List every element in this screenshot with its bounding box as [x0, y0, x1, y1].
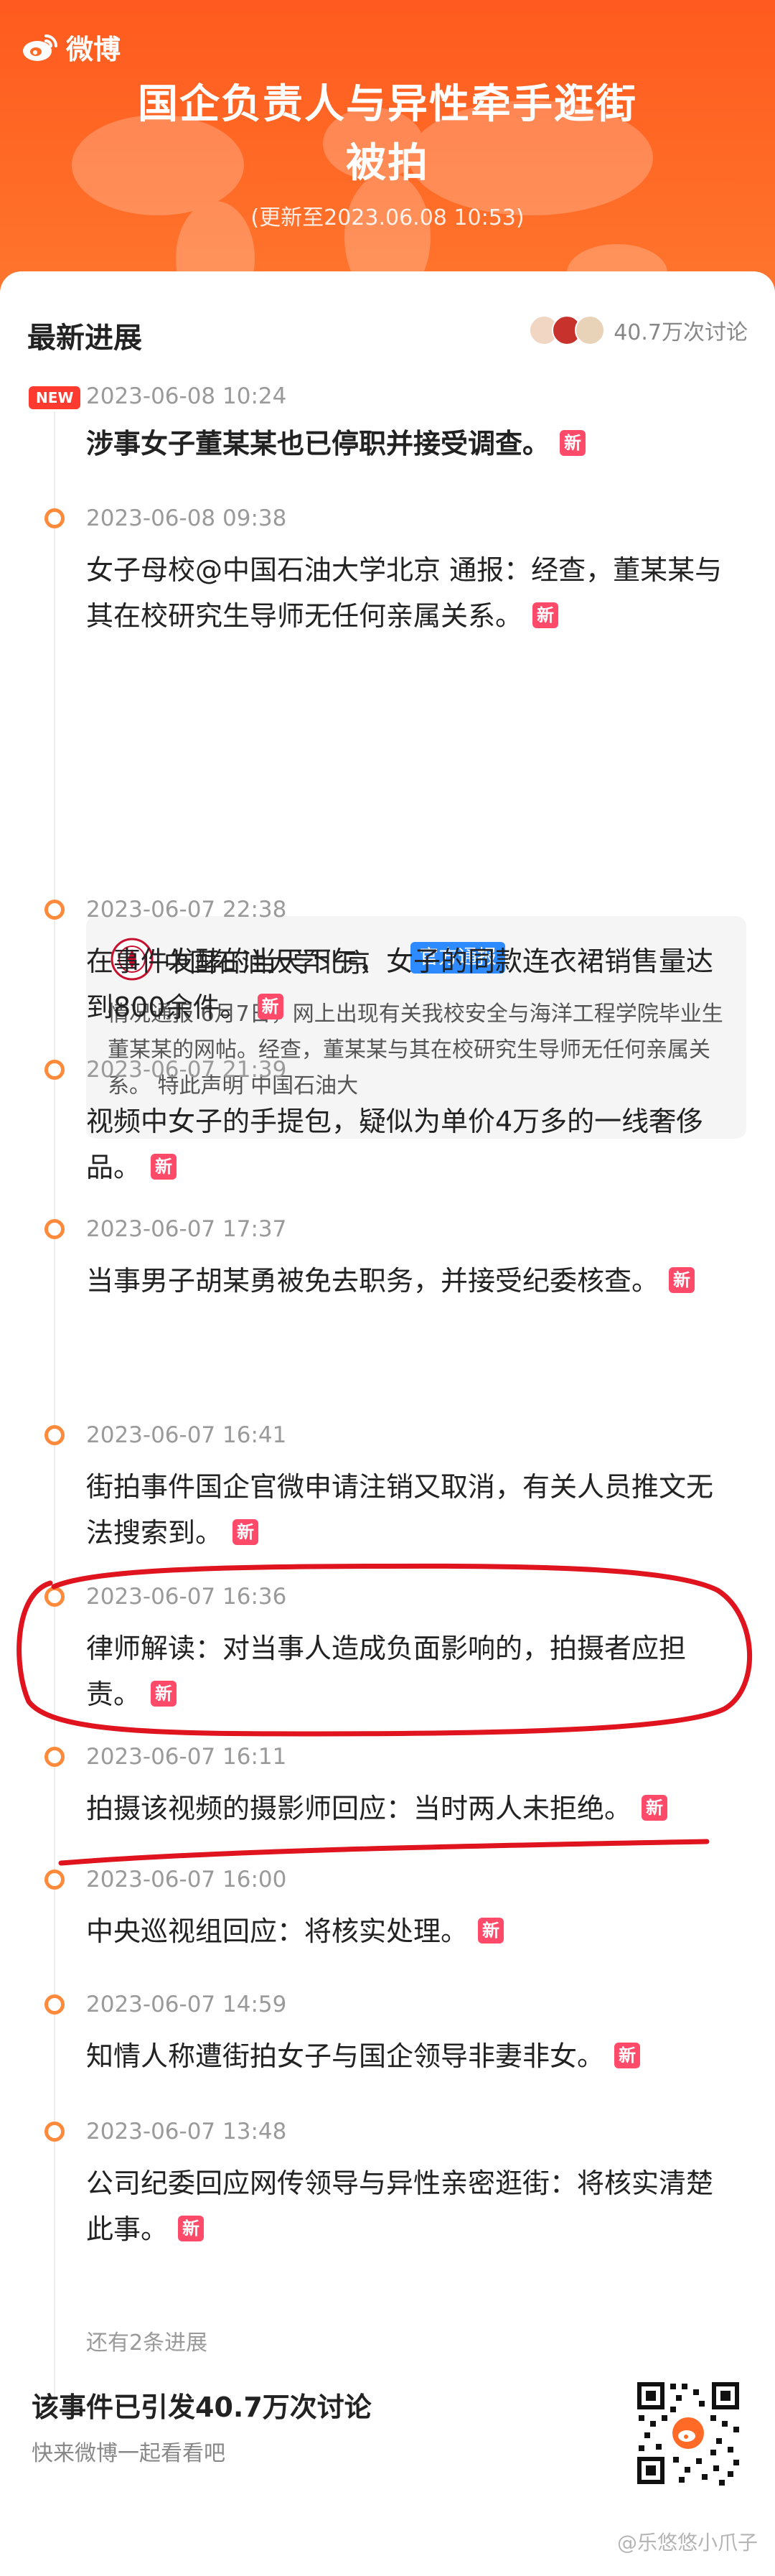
- new-tag-icon: 新: [532, 602, 559, 628]
- timeline-time: 2023-06-08 10:24: [86, 383, 287, 409]
- timeline-text: 涉事女子董某某也已停职并接受调查。新: [86, 421, 732, 467]
- timeline-time: 2023-06-07 16:11: [86, 1744, 287, 1770]
- footer-title: 该事件已引发40.7万次讨论: [32, 2391, 372, 2423]
- timeline-text: 视频中女子的手提包，疑似为单价4万多的一线奢侈品。新: [86, 1106, 704, 1183]
- timeline-dot-icon: [44, 900, 65, 920]
- timeline-text: 公司纪委回应网传领导与异性亲密逛街：将核实清楚此事。新: [86, 2167, 714, 2245]
- timeline-text: 街拍事件国企官微申请注销又取消，有关人员推文无法搜索到。新: [86, 1471, 714, 1549]
- timeline-text: 知情人称遭街拍女子与国企领导非妻非女。新: [86, 2033, 732, 2079]
- more-progress-link[interactable]: 还有2条进展: [86, 2325, 207, 2356]
- event-title-line-1: 国企负责人与异性牵手逛街: [138, 81, 637, 128]
- timeline-time: 2023-06-07 22:38: [86, 897, 287, 923]
- avatar: [575, 315, 606, 345]
- watermark: @乐悠悠小爪子: [616, 2531, 758, 2554]
- timeline-dot-icon: [44, 1060, 65, 1080]
- avatar-stack: [529, 315, 606, 345]
- new-tag-icon: 新: [232, 1518, 259, 1545]
- discussion-count: 40.7万次讨论: [614, 320, 748, 345]
- brand-name: 微博: [66, 34, 121, 65]
- footer-subtitle: 快来微博一起看看吧: [32, 2441, 225, 2466]
- weibo-logo: 微博: [22, 27, 121, 67]
- timeline-time: 2023-06-07 16:00: [86, 1867, 287, 1893]
- new-tag-icon: 新: [614, 2042, 641, 2068]
- timeline-dot-icon: [44, 508, 65, 528]
- timeline-dot-icon: [44, 1425, 65, 1445]
- weibo-eye-icon: [23, 34, 57, 61]
- timeline-time: 2023-06-07 21:39: [86, 1057, 287, 1083]
- timeline-text: 女子母校@中国石油大学北京 通报：经查，董某某与其在校研究生导师无任何亲属关系。…: [86, 554, 723, 632]
- qr-code-icon[interactable]: [634, 2379, 742, 2487]
- timeline-time: 2023-06-07 17:37: [86, 1216, 287, 1242]
- timeline-text: 当事男子胡某勇被免去职务，并接受纪委核查。新: [86, 1258, 732, 1304]
- event-title: 国企负责人与异性牵手逛街 被拍: [0, 75, 775, 193]
- new-badge: NEW: [29, 386, 81, 409]
- new-tag-icon: 新: [151, 1680, 177, 1707]
- new-tag-icon: 新: [560, 429, 586, 456]
- timeline-dot-icon: [44, 1587, 65, 1607]
- updated-time: (更新至2023.06.08 10:53): [250, 205, 525, 230]
- new-tag-icon: 新: [478, 1917, 504, 1943]
- progress-card: 最新进展 40.7万次讨论 NEW 2023-06-08 10:24 涉事女子董…: [0, 271, 775, 2576]
- new-tag-icon: 新: [669, 1266, 695, 1293]
- timeline-text: 律师解读：对当事人造成负面影响的，拍摄者应担责。新: [86, 1633, 687, 1710]
- timeline-time: 2023-06-07 14:59: [86, 1992, 287, 2017]
- event-title-line-2: 被拍: [346, 140, 429, 187]
- new-tag-icon: 新: [257, 993, 283, 1019]
- discussion-summary[interactable]: 40.7万次讨论: [529, 314, 748, 346]
- timeline-time: 2023-06-07 13:48: [86, 2119, 287, 2145]
- new-tag-icon: 新: [642, 1794, 668, 1821]
- timeline-text: 拍摄该视频的摄影师回应：当时两人未拒绝。新: [86, 1786, 732, 1831]
- new-tag-icon: 新: [178, 2215, 205, 2241]
- timeline-text: 中央巡视组回应：将核实处理。新: [86, 1908, 732, 1954]
- timeline-text: 在事件发酵的当天下午，女子的同款连衣裙销售量达到800余件。新: [86, 946, 714, 1023]
- timeline-time: 2023-06-07 16:41: [86, 1422, 287, 1448]
- timeline-dot-icon: [44, 1219, 65, 1239]
- timeline-dot-icon: [44, 1994, 65, 2015]
- timeline-time: 2023-06-07 16:36: [86, 1584, 287, 1610]
- new-tag-icon: 新: [151, 1153, 177, 1180]
- section-title: 最新进展: [27, 322, 142, 355]
- timeline-time: 2023-06-08 09:38: [86, 505, 287, 531]
- timeline-dot-icon: [44, 1747, 65, 1767]
- timeline-dot-icon: [44, 1870, 65, 1890]
- timeline-dot-icon: [44, 2122, 65, 2142]
- timeline-line: [54, 411, 55, 2422]
